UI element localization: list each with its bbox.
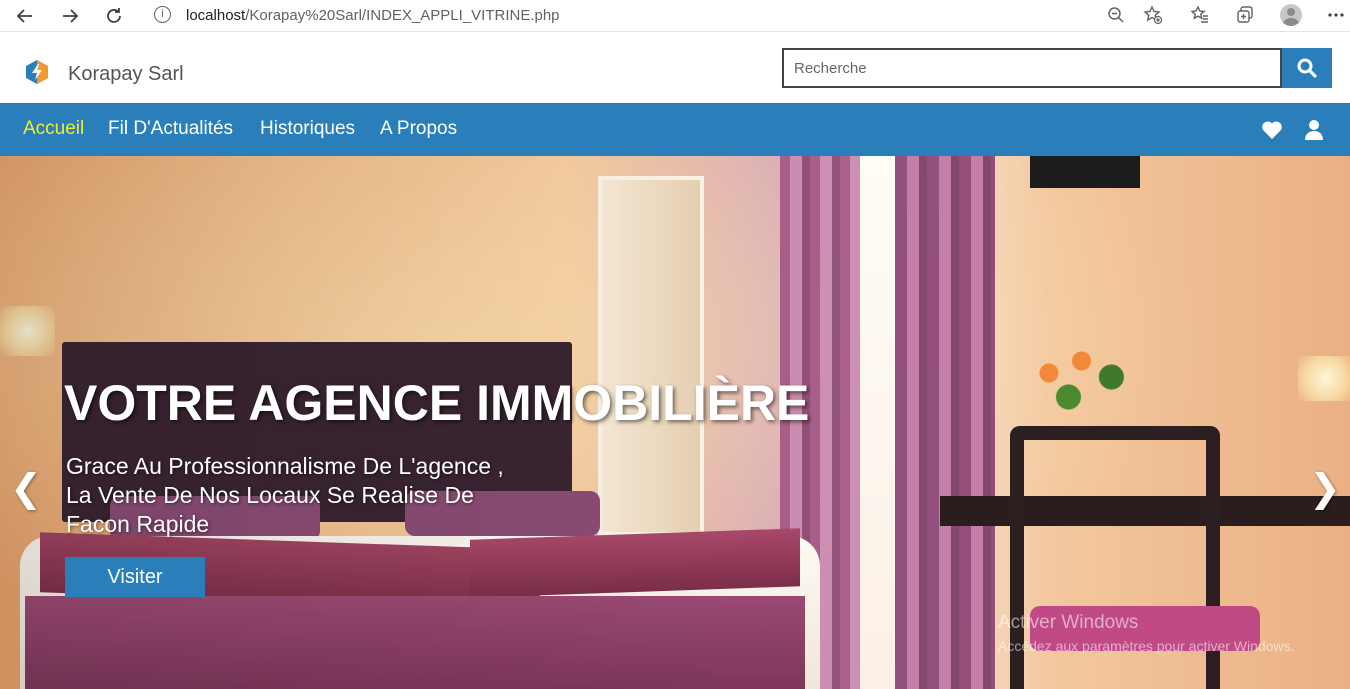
collections-button[interactable] bbox=[1233, 3, 1257, 27]
back-button[interactable] bbox=[12, 3, 38, 29]
brand-logo-icon[interactable] bbox=[24, 59, 50, 85]
nav-item-fil-actualites[interactable]: Fil D'Actualités bbox=[108, 118, 233, 140]
favorites-button[interactable] bbox=[1188, 3, 1212, 27]
url-text: localhost/Korapay%20Sarl/INDEX_APPLI_VIT… bbox=[186, 7, 560, 24]
hero-subtitle-line: La Vente De Nos Locaux Se Realise De bbox=[66, 482, 474, 508]
search-input[interactable] bbox=[782, 48, 1282, 88]
reload-button[interactable] bbox=[101, 3, 127, 29]
heart-icon bbox=[1262, 121, 1282, 139]
zoom-button[interactable] bbox=[1104, 3, 1128, 27]
profile-button[interactable] bbox=[1279, 3, 1303, 27]
avatar-icon bbox=[1280, 4, 1302, 26]
nav-item-historiques[interactable]: Historiques bbox=[260, 118, 355, 140]
account-nav-button[interactable] bbox=[1303, 119, 1325, 141]
collections-icon bbox=[1237, 6, 1253, 23]
carousel-prev-arrow-icon[interactable]: ❮ bbox=[10, 466, 42, 510]
search-button[interactable] bbox=[1282, 48, 1332, 88]
nav-item-accueil[interactable]: Accueil bbox=[23, 118, 84, 140]
main-navbar: Accueil Fil D'Actualités Historiques A P… bbox=[0, 103, 1350, 156]
windows-activation-title: Activer Windows bbox=[998, 612, 1139, 633]
favorites-nav-button[interactable] bbox=[1261, 119, 1283, 141]
visit-button[interactable]: Visiter bbox=[65, 557, 205, 597]
site-header: Korapay Sarl bbox=[0, 33, 1350, 103]
favorites-list-icon bbox=[1190, 5, 1208, 23]
info-icon[interactable]: i bbox=[154, 6, 171, 23]
hero-subtitle: Grace Au Professionnalisme De L'agence ,… bbox=[66, 452, 566, 539]
browser-toolbar: i localhost/Korapay%20Sarl/INDEX_APPLI_V… bbox=[0, 0, 1350, 32]
url-host: localhost bbox=[186, 7, 246, 24]
zoom-out-icon bbox=[1108, 7, 1124, 23]
arrow-right-icon bbox=[63, 9, 79, 23]
nav-item-a-propos[interactable]: A Propos bbox=[380, 118, 457, 140]
brand-name[interactable]: Korapay Sarl bbox=[68, 63, 184, 86]
carousel-next-arrow-icon[interactable]: ❯ bbox=[1309, 466, 1341, 510]
arrow-left-icon bbox=[16, 9, 32, 23]
more-dots-icon bbox=[1328, 13, 1344, 17]
hero-title: VOTRE AGENCE IMMOBILIÈRE bbox=[64, 375, 810, 431]
star-add-icon bbox=[1143, 5, 1163, 25]
hero-subtitle-line: Facon Rapide bbox=[66, 511, 210, 537]
url-path: /Korapay%20Sarl/INDEX_APPLI_VITRINE.php bbox=[245, 7, 560, 24]
windows-activation-subtitle: Accédez aux paramètres pour activer Wind… bbox=[998, 638, 1295, 654]
search-icon bbox=[1297, 58, 1317, 78]
hero-subtitle-line: Grace Au Professionnalisme De L'agence , bbox=[66, 453, 504, 479]
forward-button[interactable] bbox=[57, 3, 83, 29]
address-bar[interactable]: i localhost/Korapay%20Sarl/INDEX_APPLI_V… bbox=[142, 1, 1162, 29]
add-favorite-button[interactable] bbox=[1141, 3, 1165, 27]
user-icon bbox=[1305, 120, 1323, 140]
hero-carousel: VOTRE AGENCE IMMOBILIÈRE Grace Au Profes… bbox=[0, 156, 1350, 689]
reload-icon bbox=[107, 8, 121, 23]
menu-button[interactable] bbox=[1324, 3, 1348, 27]
